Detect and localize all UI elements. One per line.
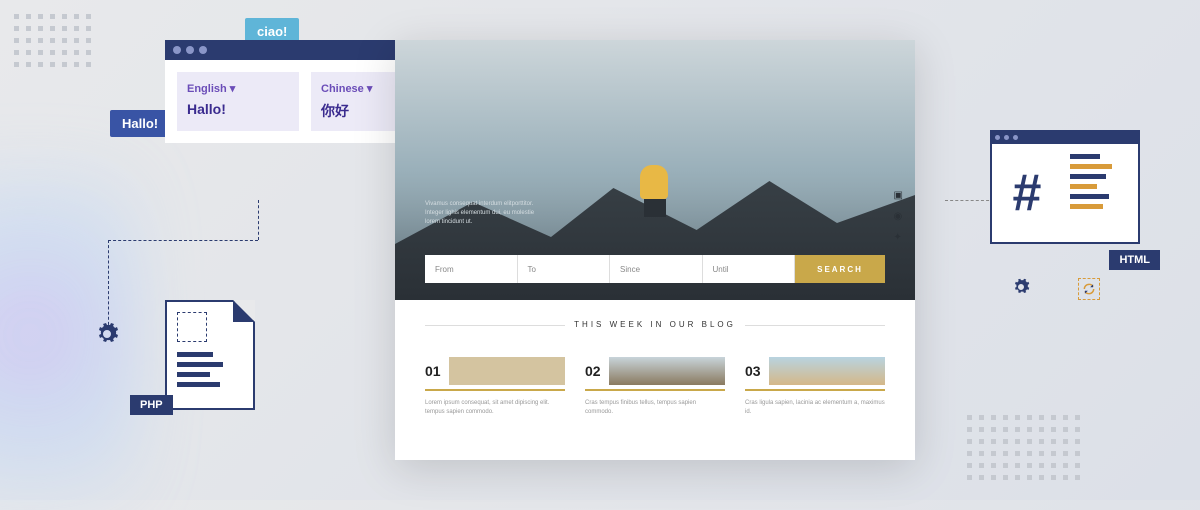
gear-icon (1012, 278, 1030, 296)
source-language-panel[interactable]: English ▾ Hallo! (177, 72, 299, 131)
blog-item-2[interactable]: 02 Cras tempus finibus tellus, tempus sa… (585, 357, 725, 417)
hash-icon: # (992, 144, 1062, 242)
connector-line (108, 240, 258, 241)
blog-item-3[interactable]: 03 Cras ligula sapien, lacinia ac elemen… (745, 357, 885, 417)
html-label: HTML (1109, 250, 1160, 270)
gear-icon (95, 322, 119, 346)
hero-person-illustration (640, 165, 670, 215)
blog-thumb (449, 357, 565, 385)
blog-thumb (769, 357, 885, 385)
html-code-illustration: # (990, 130, 1140, 244)
search-until-input[interactable]: Until (703, 255, 796, 283)
instagram-icon[interactable]: ◉ (894, 211, 903, 222)
blog-excerpt: Lorem ipsum consequat, sit amet dipiscin… (425, 399, 565, 417)
blog-number: 02 (585, 363, 601, 379)
blog-number: 01 (425, 363, 441, 379)
twitter-icon[interactable]: ✦ (894, 232, 903, 243)
blog-excerpt: Cras tempus finibus tellus, tempus sapie… (585, 399, 725, 417)
search-since-input[interactable]: Since (610, 255, 703, 283)
blog-item-1[interactable]: 01 Lorem ipsum consequat, sit amet dipis… (425, 357, 565, 417)
blog-heading: THIS WEEK IN OUR BLOG (425, 320, 885, 341)
php-file-illustration (165, 300, 255, 410)
search-to-input[interactable]: To (518, 255, 611, 283)
website-mockup: HOME EXPLORE SPECIAL PLANS ABOUT US TRAV… (395, 40, 915, 460)
php-label: PHP (130, 395, 173, 415)
social-icons: ▣ ◉ ✦ (894, 190, 903, 243)
speech-bubble-hallo: Hallo! (110, 110, 170, 137)
search-button[interactable]: SEARCH (795, 255, 885, 283)
search-bar: From To Since Until SEARCH (425, 255, 885, 283)
search-from-input[interactable]: From (425, 255, 518, 283)
blog-number: 03 (745, 363, 761, 379)
connector-line (258, 200, 259, 240)
facebook-icon[interactable]: ▣ (894, 190, 903, 201)
refresh-icon (1078, 278, 1100, 300)
hero-section: HOME EXPLORE SPECIAL PLANS ABOUT US TRAV… (395, 40, 915, 300)
connector-line (108, 240, 109, 330)
source-text: Hallo! (187, 101, 289, 117)
hero-paragraph: Vivamus consequat interdum elitporttitor… (425, 200, 545, 227)
blog-excerpt: Cras ligula sapien, lacinia ac elementum… (745, 399, 885, 417)
blog-section: THIS WEEK IN OUR BLOG 01 Lorem ipsum con… (395, 300, 915, 437)
blog-thumb (609, 357, 725, 385)
decorative-dots (967, 415, 1080, 480)
decorative-dots (14, 14, 91, 67)
source-lang-select[interactable]: English ▾ (187, 82, 289, 95)
